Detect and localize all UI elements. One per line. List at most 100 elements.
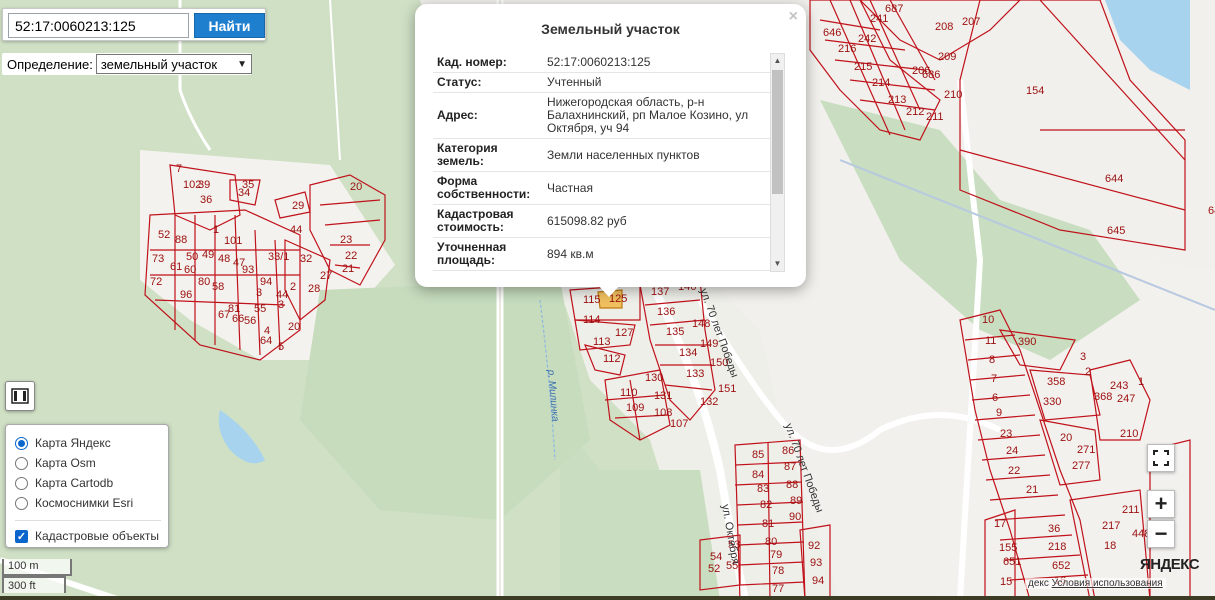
parcel-number-label[interactable]: 66 <box>232 313 244 325</box>
parcel-number-label[interactable]: 20 <box>350 181 362 193</box>
parcel-number-label[interactable]: 210 <box>1120 428 1138 440</box>
parcel-number-label[interactable]: 17 <box>994 518 1006 530</box>
layers-toggle-button[interactable] <box>5 381 35 411</box>
parcel-number-label[interactable]: 35 <box>242 179 254 191</box>
scroll-up-icon[interactable]: ▲ <box>771 54 784 68</box>
parcel-number-label[interactable]: 81 <box>762 518 774 530</box>
parcel-number-label[interactable]: 56 <box>244 315 256 327</box>
parcel-number-label[interactable]: 93 <box>810 557 822 569</box>
parcel-number-label[interactable]: 80 <box>198 276 210 288</box>
parcel-number-label[interactable]: 215 <box>854 61 872 73</box>
layer-option-esri[interactable]: Космоснимки Esri <box>15 493 168 513</box>
parcel-number-label[interactable]: 22 <box>345 250 357 262</box>
parcel-number-label[interactable]: 84 <box>752 469 764 481</box>
parcel-number-label[interactable]: 96 <box>180 289 192 301</box>
scroll-thumb[interactable] <box>772 70 783 194</box>
parcel-number-label[interactable]: 208 <box>935 21 953 33</box>
parcel-number-label[interactable]: 214 <box>872 77 890 89</box>
parcel-number-label[interactable]: 212 <box>906 106 924 118</box>
parcel-number-label[interactable]: 6 <box>992 392 998 404</box>
parcel-number-label[interactable]: 21 <box>1026 484 1038 496</box>
parcel-number-label[interactable]: 85 <box>752 449 764 461</box>
parcel-number-label[interactable]: 22 <box>1008 465 1020 477</box>
parcel-number-label[interactable]: 390 <box>1018 336 1036 348</box>
parcel-number-label[interactable]: 8 <box>989 354 995 366</box>
parcel-number-label[interactable]: 113 <box>593 336 611 348</box>
parcel-number-label[interactable]: 127 <box>615 327 633 339</box>
cadastral-search-input[interactable] <box>8 13 189 38</box>
parcel-number-label[interactable]: 2 <box>1085 366 1091 378</box>
parcel-number-label[interactable]: 1 <box>213 224 219 236</box>
parcel-number-label[interactable]: 39 <box>198 179 210 191</box>
parcel-number-label[interactable]: 72 <box>150 276 162 288</box>
layer-option-yandex[interactable]: Карта Яндекс <box>15 433 168 453</box>
parcel-number-label[interactable]: 50 <box>186 251 198 263</box>
parcel-number-label[interactable]: 645 <box>1107 225 1125 237</box>
parcel-number-label[interactable]: 134 <box>679 347 697 359</box>
parcel-number-label[interactable]: 7 <box>991 373 997 385</box>
fullscreen-button[interactable] <box>1147 444 1175 472</box>
parcel-number-label[interactable]: 3 <box>278 299 284 311</box>
parcel-number-label[interactable]: 61 <box>170 261 182 273</box>
parcel-number-label[interactable]: 21 <box>342 263 354 275</box>
parcel-number-label[interactable]: 2 <box>290 281 296 293</box>
parcel-number-label[interactable]: 107 <box>670 418 688 430</box>
parcel-number-label[interactable]: 216 <box>838 43 856 55</box>
parcel-number-label[interactable]: 7 <box>176 163 182 175</box>
parcel-number-label[interactable]: 18 <box>1104 540 1116 552</box>
parcel-number-label[interactable]: 20 <box>1060 432 1072 444</box>
parcel-number-label[interactable]: 247 <box>1117 393 1135 405</box>
parcel-number-label[interactable]: 52 <box>158 229 170 241</box>
radio-icon[interactable] <box>15 476 28 490</box>
parcel-number-label[interactable]: 112 <box>603 353 621 365</box>
parcel-number-label[interactable]: 36 <box>1048 523 1060 535</box>
parcel-number-label[interactable]: 3 <box>1080 351 1086 363</box>
parcel-number-label[interactable]: 83 <box>757 483 769 495</box>
parcel-number-label[interactable]: 209 <box>938 51 956 63</box>
parcel-number-label[interactable]: 211 <box>1122 504 1140 516</box>
layer-option-cartodb[interactable]: Карта Cartodb <box>15 473 168 493</box>
parcel-number-label[interactable]: 217 <box>1102 520 1120 532</box>
parcel-number-label[interactable]: 130 <box>645 372 663 384</box>
parcel-number-label[interactable]: 358 <box>1047 376 1065 388</box>
parcel-number-label[interactable]: 89 <box>790 495 802 507</box>
parcel-number-label[interactable]: 243 <box>1110 380 1128 392</box>
parcel-number-label[interactable]: 82 <box>760 499 772 511</box>
layer-option-osm[interactable]: Карта Osm <box>15 453 168 473</box>
parcel-number-label[interactable]: 110 <box>620 387 638 399</box>
overlay-cadastral[interactable]: ✓ Кадастровые объекты <box>15 526 168 546</box>
popup-scrollbar[interactable]: ▲ ▼ <box>770 53 785 272</box>
search-button[interactable]: Найти <box>194 13 265 38</box>
parcel-number-label[interactable]: 9 <box>996 407 1002 419</box>
parcel-number-label[interactable]: 60 <box>184 264 196 276</box>
parcel-number-label[interactable]: 87 <box>784 461 796 473</box>
parcel-number-label[interactable]: 135 <box>666 326 684 338</box>
parcel-number-label[interactable]: 67 <box>218 309 230 321</box>
parcel-number-label[interactable]: 36 <box>200 194 212 206</box>
parcel-number-label[interactable]: 154 <box>1026 85 1044 97</box>
parcel-number-label[interactable]: 94 <box>812 575 824 587</box>
parcel-number-label[interactable]: 90 <box>789 511 801 523</box>
terms-link[interactable]: Условия использования <box>1052 578 1163 589</box>
parcel-number-label[interactable]: 29 <box>292 200 304 212</box>
zoom-in-button[interactable]: + <box>1147 490 1175 518</box>
radio-selected-icon[interactable] <box>15 436 28 450</box>
definition-select[interactable]: земельный участок ▼ <box>95 54 252 74</box>
parcel-number-label[interactable]: 644 <box>1105 173 1123 185</box>
parcel-number-label[interactable]: 109 <box>626 402 644 414</box>
parcel-number-label[interactable]: 27 <box>320 270 332 282</box>
parcel-number-label[interactable]: 646 <box>823 27 841 39</box>
parcel-number-label[interactable]: 151 <box>718 383 736 395</box>
parcel-number-label[interactable]: 20 <box>288 321 300 333</box>
parcel-number-label[interactable]: 101 <box>224 235 242 247</box>
parcel-number-label[interactable]: 218 <box>1048 541 1066 553</box>
parcel-number-label[interactable]: 55 <box>254 303 266 315</box>
parcel-number-label[interactable]: 93 <box>242 264 254 276</box>
parcel-number-label[interactable]: 15 <box>1000 576 1012 588</box>
parcel-number-label[interactable]: 131 <box>654 390 672 402</box>
parcel-number-label[interactable]: 132 <box>700 396 718 408</box>
parcel-number-label[interactable]: 3 <box>256 287 262 299</box>
parcel-number-label[interactable]: 645 <box>1208 205 1215 217</box>
checkbox-checked-icon[interactable]: ✓ <box>15 529 28 543</box>
parcel-number-label[interactable]: 33/1 <box>268 251 289 263</box>
